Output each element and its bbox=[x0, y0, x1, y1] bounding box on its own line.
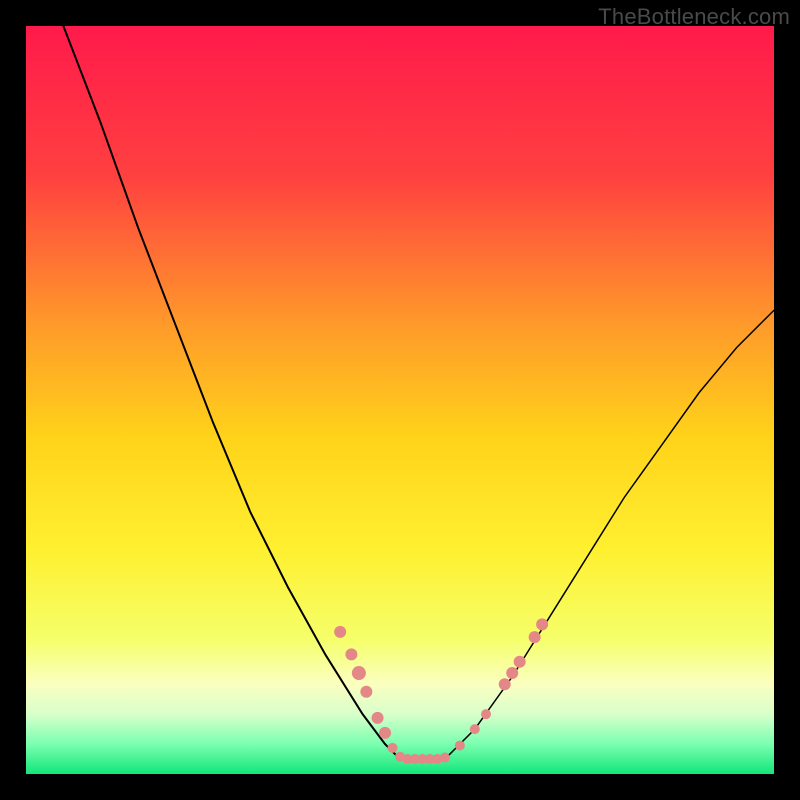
marker-point bbox=[372, 712, 384, 724]
marker-point bbox=[455, 741, 465, 751]
gradient-background bbox=[26, 26, 774, 774]
marker-point bbox=[440, 753, 450, 763]
watermark-text: TheBottleneck.com bbox=[598, 4, 790, 30]
chart-frame: TheBottleneck.com bbox=[0, 0, 800, 800]
marker-point bbox=[345, 648, 357, 660]
marker-point bbox=[536, 618, 548, 630]
chart-plot-area bbox=[26, 26, 774, 774]
marker-point bbox=[334, 626, 346, 638]
marker-point bbox=[529, 631, 541, 643]
marker-point bbox=[470, 724, 480, 734]
marker-point bbox=[506, 667, 518, 679]
marker-point bbox=[352, 666, 366, 680]
marker-point bbox=[499, 678, 511, 690]
marker-point bbox=[360, 686, 372, 698]
chart-svg bbox=[26, 26, 774, 774]
marker-point bbox=[481, 709, 491, 719]
marker-point bbox=[379, 727, 391, 739]
marker-point bbox=[388, 743, 398, 753]
marker-point bbox=[514, 656, 526, 668]
